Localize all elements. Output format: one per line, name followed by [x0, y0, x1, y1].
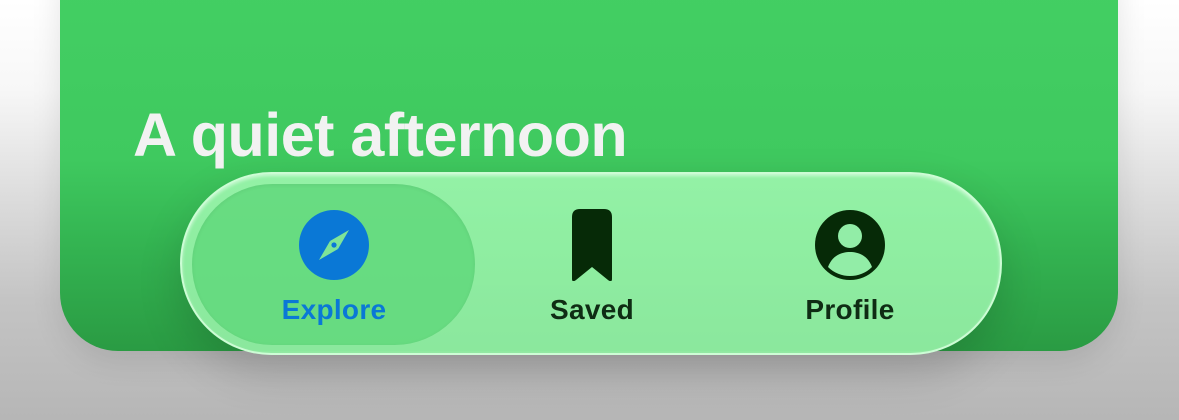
compass-icon: [299, 210, 369, 280]
tab-label-saved: Saved: [550, 294, 634, 325]
tab-label-explore: Explore: [281, 294, 387, 325]
tab-label-profile: Profile: [805, 294, 895, 325]
card-title: A quiet afternoon: [133, 101, 628, 169]
bookmark-icon: [572, 209, 612, 281]
tab-bar: Explore Saved Profile: [180, 172, 1002, 355]
person-circle-icon: [815, 210, 885, 280]
